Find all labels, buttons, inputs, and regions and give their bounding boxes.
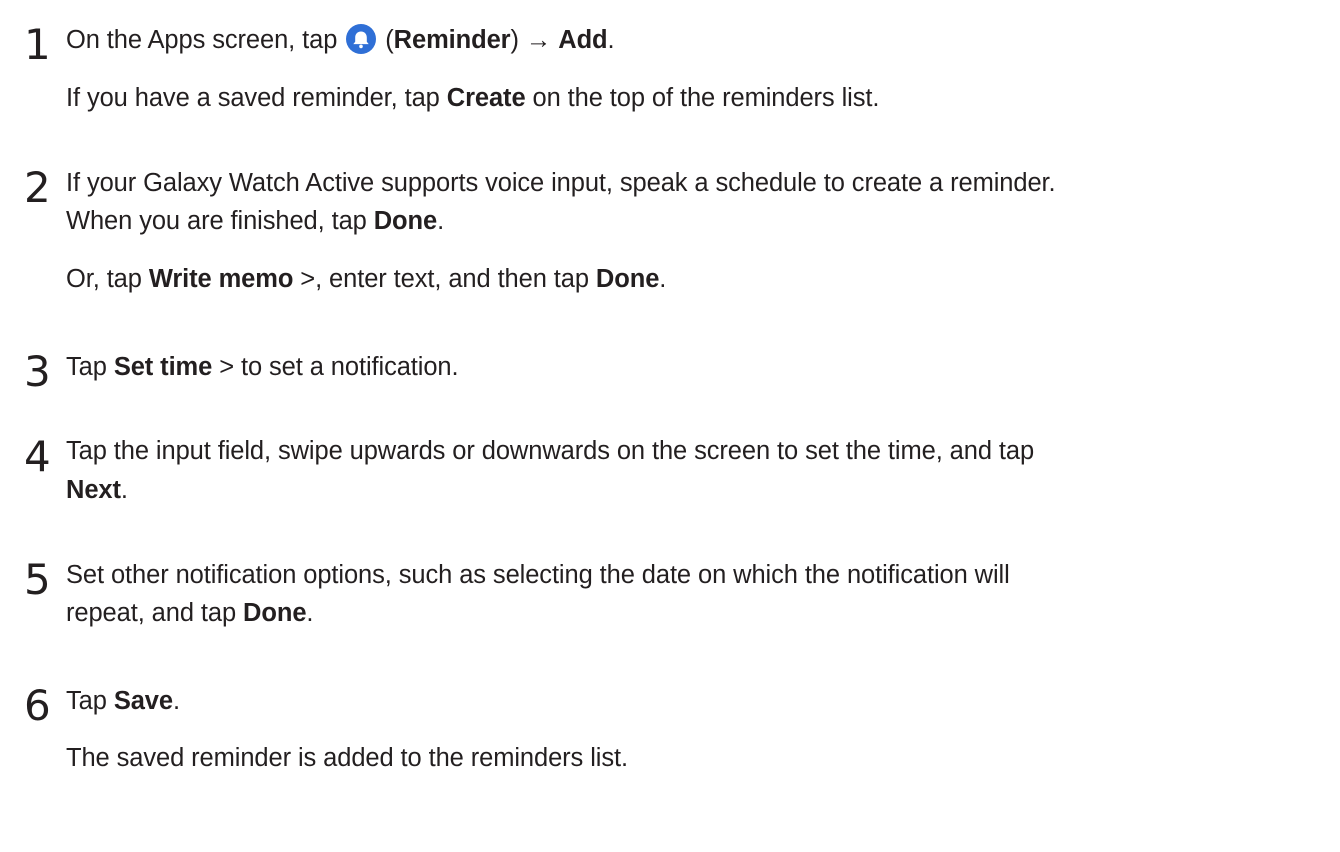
step-text: Tap Save. xyxy=(66,687,180,715)
step-text: Set other notification options, such as … xyxy=(66,561,1010,589)
step-text: Tap the input field, swipe upwards or do… xyxy=(66,437,1035,465)
step-subtext: If you have a saved reminder, tap Create… xyxy=(66,84,880,112)
step-text-continued: When you are finished, tap Done. xyxy=(66,207,445,235)
instruction-steps: 1 On the Apps screen, tap (Reminder) → A… xyxy=(0,0,1340,852)
step-number: 4 xyxy=(24,432,51,481)
step-number: 2 xyxy=(24,163,51,212)
step-text: On the Apps screen, tap (Reminder) → Add… xyxy=(66,24,615,54)
bell-icon xyxy=(346,24,377,54)
step-text: Tap Set time > to set a notification. xyxy=(66,353,459,381)
step-text: If your Galaxy Watch Active supports voi… xyxy=(66,169,1056,197)
step-number: 6 xyxy=(24,681,51,730)
step-text-continued: Next. xyxy=(66,476,128,504)
step-subtext: The saved reminder is added to the remin… xyxy=(66,744,628,772)
step-number: 3 xyxy=(24,347,51,396)
step-number: 1 xyxy=(24,20,51,69)
step-subtext: Or, tap Write memo >, enter text, and th… xyxy=(66,265,667,293)
step-number: 5 xyxy=(24,555,51,604)
step-text-continued: repeat, and tap Done. xyxy=(66,599,314,627)
